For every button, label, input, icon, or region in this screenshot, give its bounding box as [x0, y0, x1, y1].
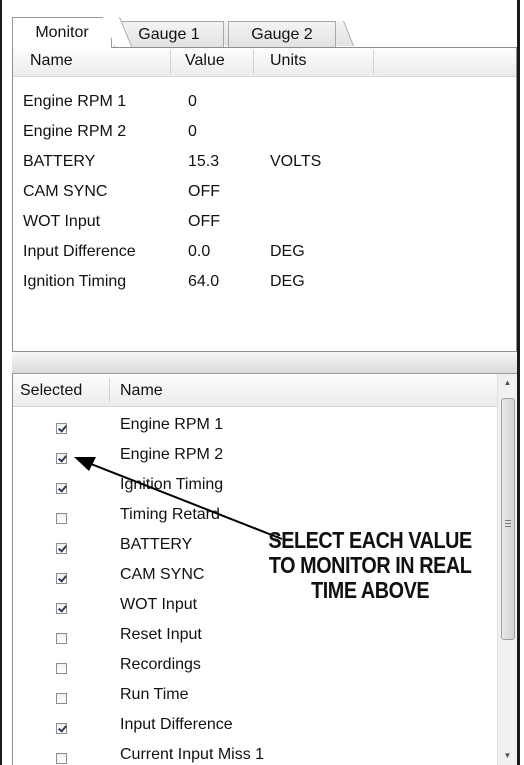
- tab-monitor[interactable]: Monitor: [12, 17, 112, 48]
- annotation-arrow: [74, 457, 283, 540]
- annotation-line-2: TO MONITOR IN REAL: [268, 552, 472, 578]
- annotation-line-1: SELECT EACH VALUE: [268, 527, 472, 553]
- annotation-line-3: TIME ABOVE: [311, 577, 430, 603]
- annotation-callout: SELECT EACH VALUE TO MONITOR IN REAL TIM…: [254, 528, 486, 603]
